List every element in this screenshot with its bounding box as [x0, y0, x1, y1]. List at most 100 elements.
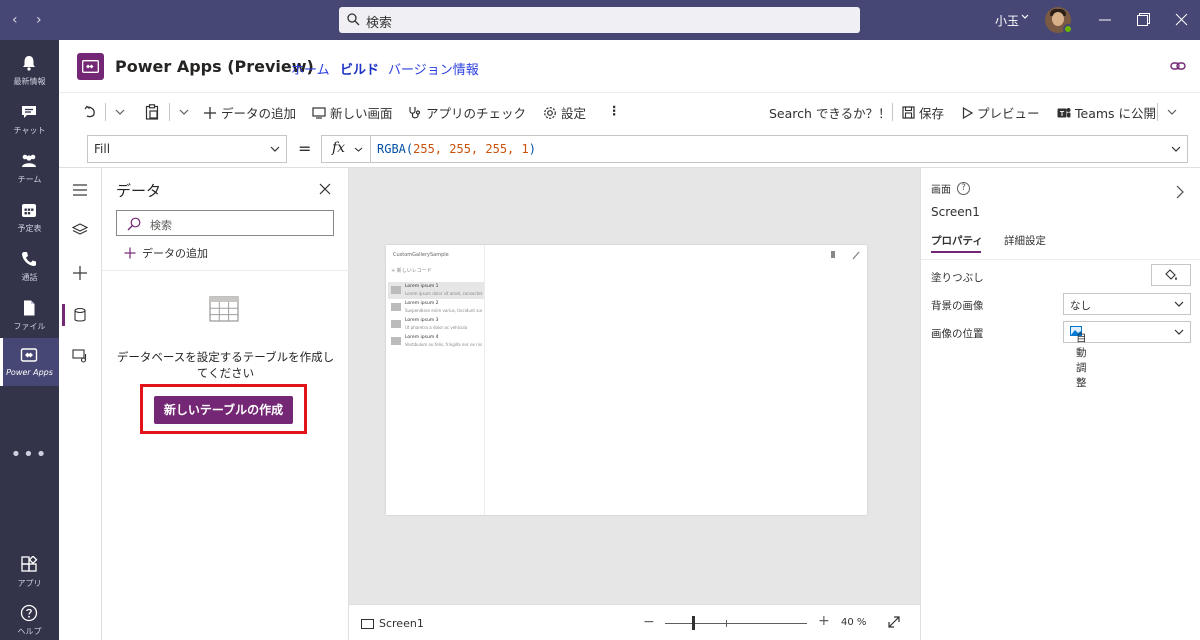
add-data-link[interactable]: データの追加 [124, 245, 208, 261]
save-button[interactable]: 保存 [902, 103, 944, 122]
zoom-slider-track[interactable] [665, 623, 807, 624]
paint-bucket-icon [1165, 269, 1177, 280]
rail-item-calls[interactable]: 通話 [0, 242, 59, 290]
property-dropdown[interactable]: Fill [87, 135, 287, 163]
fill-color-picker[interactable] [1151, 264, 1191, 286]
gallery-preview[interactable]: CustomGallerySample + 新しいレコード Lorem ipsu… [386, 245, 485, 515]
tree-view-layers-icon[interactable] [72, 223, 88, 237]
formula-input[interactable]: RGBA(255, 255, 255, 1) [370, 135, 1188, 163]
gear-icon [544, 106, 556, 119]
tab-properties[interactable]: プロパティ [931, 233, 983, 248]
properties-header: 画面 ? [931, 181, 970, 196]
search-icon [127, 217, 141, 231]
chevron-down-icon[interactable] [115, 109, 125, 115]
global-search-input[interactable]: 検索 [339, 7, 860, 33]
help-icon [20, 604, 38, 622]
settings-label: 設定 [561, 106, 587, 121]
database-icon[interactable] [72, 307, 88, 323]
search-command-button[interactable]: Search できるか？！ [769, 103, 891, 122]
zoom-out-button[interactable]: − [643, 614, 655, 630]
minimize-icon[interactable] [1099, 19, 1111, 21]
add-data-button[interactable]: データの追加 [203, 103, 296, 122]
chevron-down-icon[interactable] [1171, 146, 1181, 152]
hamburger-menu-icon[interactable] [72, 184, 88, 196]
teams-logo-icon: T [1057, 107, 1071, 118]
close-window-icon[interactable] [1175, 13, 1188, 26]
calendar-icon [22, 204, 36, 217]
media-icon[interactable] [72, 348, 88, 364]
settings-button[interactable]: 設定 [543, 103, 586, 122]
chevron-right-icon[interactable] [1176, 185, 1184, 199]
app-checker-label: アプリのチェック [426, 106, 527, 121]
screen-toolbar-icons[interactable] [831, 250, 861, 260]
zoom-slider-thumb[interactable] [692, 616, 695, 630]
play-icon [962, 106, 973, 119]
insert-plus-icon[interactable] [72, 265, 88, 281]
undo-icon[interactable] [83, 105, 97, 119]
nav-build-link[interactable]: ビルド [340, 59, 379, 78]
create-table-button[interactable]: 新しいテーブルの作成 [154, 396, 293, 424]
rail-item-calendar[interactable]: 予定表 [0, 193, 59, 241]
data-search-placeholder: 検索 [150, 219, 172, 232]
rail-item-label: 通話 [21, 273, 38, 282]
nav-about-link[interactable]: バージョン情報 [388, 59, 479, 78]
gallery-item[interactable]: Lorem ipsum 3 Ut pharetra a dolor ac vehi… [388, 316, 484, 333]
function-button[interactable]: fx [321, 135, 370, 163]
rail-item-power-apps[interactable]: Power Apps [0, 338, 59, 386]
add-data-link-label: データの追加 [142, 247, 208, 260]
rail-item-apps[interactable]: アプリ [0, 548, 59, 596]
table-icon [209, 296, 239, 322]
back-arrow-icon[interactable]: ‹ [12, 12, 18, 28]
chat-icon [22, 106, 36, 118]
fit-to-window-icon[interactable] [887, 615, 901, 629]
publish-to-teams-button[interactable]: T Teams に公開 [1057, 103, 1156, 122]
gallery-item[interactable]: Lorem ipsum 1 Lorem ipsum dolor sit amet,… [388, 282, 484, 299]
forward-arrow-icon[interactable]: › [36, 12, 42, 28]
zoom-slider-tick [726, 620, 727, 627]
data-search-input[interactable]: 検索 [116, 210, 334, 236]
tab-advanced[interactable]: 詳細設定 [1004, 233, 1046, 248]
rail-item-teams[interactable]: チーム [0, 144, 59, 192]
active-tab-underline [931, 251, 981, 253]
search-command-label: Search できるか？！ [769, 106, 891, 121]
chevron-down-icon [270, 146, 280, 152]
user-name[interactable]: 小玉 [995, 12, 1019, 29]
screen-preview[interactable]: CustomGallerySample + 新しいレコード Lorem ipsu… [386, 245, 867, 515]
app-checker-button[interactable]: アプリのチェック [408, 103, 526, 122]
phone-icon [22, 252, 36, 266]
zoom-level: 40 % [841, 617, 867, 628]
link-icon[interactable] [1170, 60, 1186, 72]
rail-item-label: 最新情報 [13, 77, 46, 86]
chevron-down-icon[interactable] [1021, 14, 1029, 20]
add-record-label: + 新しいレコード [391, 268, 432, 274]
app-header: Power Apps (Preview) ホーム ビルド バージョン情報 [59, 40, 1200, 93]
rail-item-activity[interactable]: 最新情報 [0, 46, 59, 94]
help-icon[interactable]: ? [957, 182, 970, 195]
image-position-dropdown[interactable]: 自動調整 [1063, 321, 1191, 389]
rail-item-label: アプリ [17, 579, 42, 588]
chevron-down-icon[interactable] [179, 109, 189, 115]
background-image-dropdown[interactable]: なし [1063, 293, 1191, 315]
new-screen-button[interactable]: 新しい画面 [312, 103, 393, 122]
gallery-item[interactable]: Lorem ipsum 2 Suspendisse enim varius, ti… [388, 299, 484, 316]
selected-control-name: Screen1 [931, 205, 980, 219]
image-placeholder-icon [391, 337, 401, 345]
close-icon[interactable] [319, 183, 331, 195]
rail-item-chat[interactable]: チャット [0, 95, 59, 143]
more-apps-icon[interactable]: ••• [0, 444, 59, 465]
rail-item-files[interactable]: ファイル [0, 291, 59, 339]
zoom-in-button[interactable]: + [818, 613, 830, 629]
svg-text:T: T [1060, 111, 1065, 118]
gallery-item[interactable]: Lorem ipsum 4 Vestibulum ou felis, fringi… [388, 333, 484, 350]
more-options-icon[interactable]: ⋮ [608, 103, 621, 118]
chevron-down-icon [354, 147, 363, 152]
rail-item-help[interactable]: ヘルプ [0, 596, 59, 640]
nav-home-link[interactable]: ホーム [291, 59, 330, 78]
title-bar: ‹ › 検索 小玉 [0, 0, 1200, 40]
screen-selector[interactable]: Screen1 [361, 617, 424, 630]
chevron-down-icon[interactable] [1167, 109, 1177, 115]
restore-icon[interactable] [1137, 13, 1150, 26]
preview-button[interactable]: プレビュー [962, 103, 1040, 122]
preview-label: プレビュー [977, 106, 1040, 121]
paste-icon[interactable] [145, 104, 159, 120]
